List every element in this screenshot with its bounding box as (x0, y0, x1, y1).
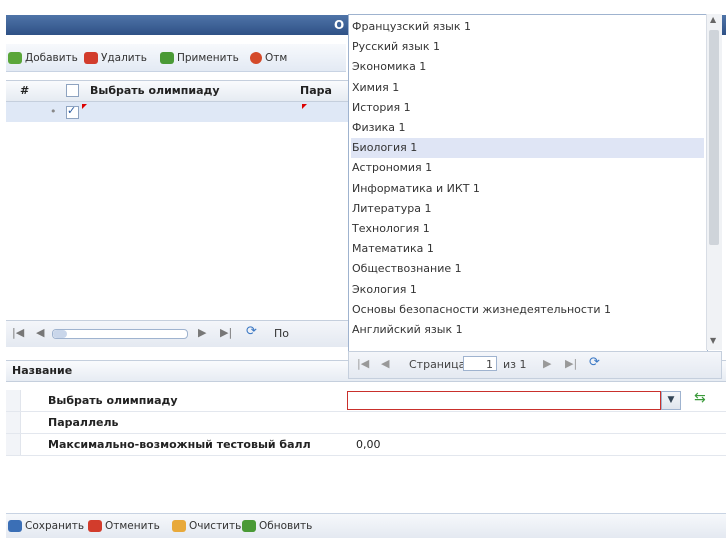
dropdown-option[interactable]: Обществознание 1 (351, 259, 462, 279)
dirty-cell-marker (82, 104, 87, 109)
last-page-icon[interactable]: ▶| (220, 326, 232, 339)
cancel-icon (250, 52, 262, 64)
cancel-button-label: Отменить (105, 520, 160, 532)
dropdown-option[interactable]: Экология 1 (351, 280, 417, 300)
dropdown-option[interactable]: Английский язык 1 (351, 320, 463, 340)
property-label: Выбрать олимпиаду (48, 394, 178, 407)
prev-page-icon[interactable]: ◀ (381, 357, 389, 370)
clear-icon (172, 520, 186, 532)
column-parallel[interactable]: Пара (300, 84, 332, 97)
table-row[interactable]: • (6, 102, 348, 122)
add-icon (8, 52, 22, 64)
cancel-button[interactable]: Отменить (88, 518, 160, 534)
dropdown-option[interactable]: Физика 1 (351, 118, 406, 138)
dirty-cell-marker (302, 104, 307, 109)
scroll-up-icon[interactable]: ▲ (710, 15, 716, 24)
save-button[interactable]: Сохранить (8, 518, 84, 534)
row-gutter (6, 390, 21, 411)
property-value[interactable]: 0,00 (356, 438, 381, 451)
prev-page-icon[interactable]: ◀ (36, 326, 44, 339)
page-number-input[interactable]: 1 (463, 356, 497, 371)
pager-display-label: По (274, 327, 290, 340)
dropdown-option[interactable]: Основы безопасности жизнедеятельности 1 (351, 300, 611, 320)
dropdown-option[interactable]: Химия 1 (351, 78, 399, 98)
page-label: Страница (409, 358, 466, 371)
cancel-edit-label: Отм (265, 52, 288, 64)
row-marker-icon: • (50, 105, 57, 118)
combo-trigger-button[interactable]: ▼ (661, 391, 681, 410)
select-all-checkbox[interactable] (66, 84, 79, 97)
scrollbar-thumb[interactable] (709, 30, 719, 245)
olympiad-combo-input[interactable] (347, 391, 661, 410)
add-button[interactable]: Добавить (8, 50, 78, 66)
delete-button-label: Удалить (101, 52, 147, 64)
dropdown-pager: |◀ ◀ Страница 1 из 1 ▶ ▶| ⟳ (348, 351, 722, 379)
dropdown-option[interactable]: Биология 1 (351, 138, 704, 159)
refresh-icon (242, 520, 256, 532)
refresh-icon[interactable]: ⟳ (246, 324, 257, 339)
dropdown-option[interactable]: Французский язык 1 (351, 17, 471, 37)
apply-icon (160, 52, 174, 64)
next-page-icon[interactable]: ▶ (198, 326, 206, 339)
row-gutter (6, 434, 21, 455)
dropdown-option[interactable]: Астрономия 1 (351, 158, 432, 178)
property-row-parallel[interactable]: Параллель (6, 412, 726, 434)
cancel-icon (88, 520, 102, 532)
chevron-down-icon: ▼ (667, 395, 675, 405)
property-label: Параллель (48, 416, 119, 429)
last-page-icon[interactable]: ▶| (565, 357, 577, 370)
sync-icon[interactable]: ⇆ (694, 390, 706, 406)
apply-button[interactable]: Применить (160, 50, 239, 66)
dropdown-option[interactable]: Литература 1 (351, 199, 431, 219)
cancel-edit-button[interactable]: Отм (250, 50, 287, 66)
next-page-icon[interactable]: ▶ (543, 357, 551, 370)
refresh-icon[interactable]: ⟳ (589, 355, 600, 370)
properties-header-label: Название (12, 364, 73, 377)
refresh-button[interactable]: Обновить (242, 518, 312, 534)
dropdown-option[interactable]: Технология 1 (351, 219, 430, 239)
first-page-icon[interactable]: |◀ (12, 326, 24, 339)
column-olympiad[interactable]: Выбрать олимпиаду (90, 84, 220, 97)
dropdown-option[interactable]: Экономика 1 (351, 57, 426, 77)
first-page-icon[interactable]: |◀ (357, 357, 369, 370)
olympiad-dropdown-list[interactable]: Французский язык 1 Русский язык 1 Экономик… (348, 14, 708, 352)
refresh-button-label: Обновить (259, 520, 313, 532)
bottom-toolbar: Сохранить Отменить Очистить Обновить (6, 513, 726, 538)
page-count-label: из 1 (503, 358, 527, 371)
column-number: # (20, 84, 30, 97)
window-title: О (334, 18, 345, 32)
grid-pager: |◀ ◀ ▶ ▶| ⟳ По (6, 320, 348, 347)
grid-toolbar: Добавить Удалить Применить Отм (6, 44, 346, 72)
dropdown-option[interactable]: Информатика и ИКТ 1 (351, 179, 480, 199)
save-button-label: Сохранить (25, 520, 85, 532)
apply-button-label: Применить (177, 52, 239, 64)
dropdown-option[interactable]: Русский язык 1 (351, 37, 440, 57)
delete-icon (84, 52, 98, 64)
clear-button[interactable]: Очистить (172, 518, 241, 534)
property-label: Максимально-возможный тестовый балл (48, 438, 311, 451)
row-gutter (6, 412, 21, 433)
clear-button-label: Очистить (189, 520, 242, 532)
page-slider-thumb[interactable] (53, 330, 67, 338)
add-button-label: Добавить (25, 52, 78, 64)
delete-button[interactable]: Удалить (84, 50, 147, 66)
scroll-down-icon[interactable]: ▼ (710, 336, 716, 345)
dropdown-scrollbar[interactable]: ▲ ▼ (706, 14, 722, 350)
page-slider[interactable] (52, 329, 188, 339)
dropdown-option[interactable]: Математика 1 (351, 239, 434, 259)
property-row-max-score[interactable]: Максимально-возможный тестовый балл 0,00 (6, 434, 726, 456)
save-icon (8, 520, 22, 532)
grid-header: # Выбрать олимпиаду Пара (6, 80, 348, 102)
dropdown-option[interactable]: История 1 (351, 98, 411, 118)
row-checkbox[interactable] (66, 104, 79, 119)
